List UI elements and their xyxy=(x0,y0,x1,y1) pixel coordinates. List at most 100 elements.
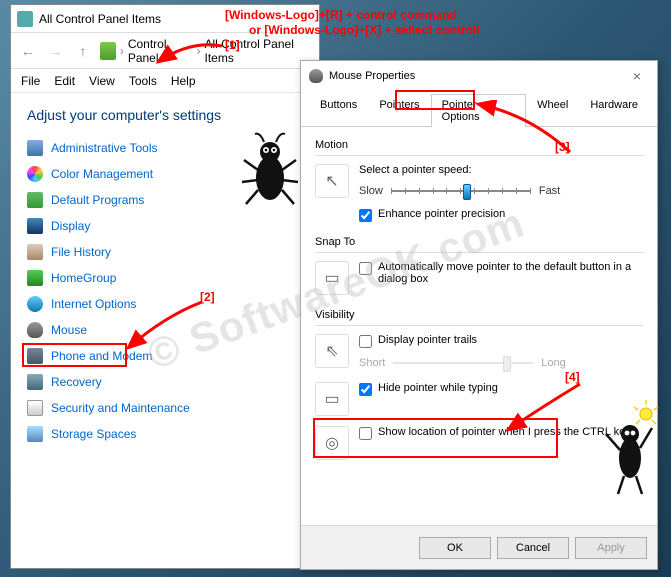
tab-label: Hardware xyxy=(590,99,638,111)
cp-item-label: Mouse xyxy=(51,323,87,337)
cp-item-label: Display xyxy=(51,219,90,233)
group-title-visibility: Visibility xyxy=(315,309,643,321)
cp-item-administrative-tools[interactable]: Administrative Tools xyxy=(11,135,319,161)
group-snap-to: Snap To ▭ Automatically move pointer to … xyxy=(315,236,643,295)
ctrl-locate-label: Show location of pointer when I press th… xyxy=(378,426,631,438)
cp-item-label: Internet Options xyxy=(51,297,136,311)
storage-spaces-icon xyxy=(27,426,43,442)
tab-pointers[interactable]: Pointers xyxy=(368,94,430,127)
color-management-icon xyxy=(27,166,43,182)
divider xyxy=(315,155,643,156)
cp-item-homegroup[interactable]: HomeGroup xyxy=(11,265,319,291)
cp-item-label: Storage Spaces xyxy=(51,427,136,441)
close-button[interactable]: × xyxy=(625,66,649,86)
nav-forward-button[interactable]: → xyxy=(45,39,67,63)
cp-item-internet-options[interactable]: Internet Options xyxy=(11,291,319,317)
ctrl-locate-icon: ◎ xyxy=(315,426,349,460)
tab-label: Wheel xyxy=(537,99,568,111)
menu-help[interactable]: Help xyxy=(171,74,196,88)
cp-item-storage-spaces[interactable]: Storage Spaces xyxy=(11,421,319,447)
chevron-right-icon: › xyxy=(120,44,124,58)
default-programs-icon xyxy=(27,192,43,208)
ctrl-locate-input[interactable] xyxy=(359,427,372,440)
pointer-trails-label: Display pointer trails xyxy=(378,334,477,346)
breadcrumb-item[interactable]: All Control Panel Items xyxy=(204,37,313,65)
breadcrumb-item[interactable]: Control Panel xyxy=(128,37,193,65)
cp-item-label: HomeGroup xyxy=(51,271,116,285)
cp-item-label: Administrative Tools xyxy=(51,141,158,155)
short-label: Short xyxy=(359,357,385,369)
pointer-speed-slider[interactable] xyxy=(391,182,531,200)
menu-view[interactable]: View xyxy=(89,74,115,88)
tab-strip: Buttons Pointers Pointer Options Wheel H… xyxy=(301,93,657,127)
snap-to-label: Automatically move pointer to the defaul… xyxy=(378,261,643,285)
cp-item-mouse[interactable]: Mouse xyxy=(11,317,319,343)
ctrl-locate-checkbox[interactable]: Show location of pointer when I press th… xyxy=(359,426,631,440)
pointer-speed-label: Select a pointer speed: xyxy=(359,164,643,176)
pointer-trails-input[interactable] xyxy=(359,335,372,348)
hide-pointer-checkbox[interactable]: Hide pointer while typing xyxy=(359,382,498,396)
snap-to-input[interactable] xyxy=(359,262,372,275)
tab-buttons[interactable]: Buttons xyxy=(309,94,368,127)
slow-label: Slow xyxy=(359,185,383,197)
cancel-button[interactable]: Cancel xyxy=(497,537,569,559)
tab-wheel[interactable]: Wheel xyxy=(526,94,579,127)
enhance-precision-checkbox[interactable]: Enhance pointer precision xyxy=(359,208,643,222)
group-title-snapto: Snap To xyxy=(315,236,643,248)
enhance-precision-input[interactable] xyxy=(359,209,372,222)
mouse-icon xyxy=(27,322,43,338)
cp-item-file-history[interactable]: File History xyxy=(11,239,319,265)
long-label: Long xyxy=(541,357,565,369)
cp-item-label: Color Management xyxy=(51,167,153,181)
ok-button[interactable]: OK xyxy=(419,537,491,559)
menu-edit[interactable]: Edit xyxy=(54,74,75,88)
apply-button[interactable]: Apply xyxy=(575,537,647,559)
cp-item-security-maintenance[interactable]: Security and Maintenance xyxy=(11,395,319,421)
nav-back-button[interactable]: ← xyxy=(17,39,39,63)
tab-hardware[interactable]: Hardware xyxy=(579,94,649,127)
breadcrumb-icon xyxy=(100,42,116,60)
tab-pointer-options[interactable]: Pointer Options xyxy=(431,94,526,127)
page-title: Adjust your computer's settings xyxy=(27,107,303,123)
divider xyxy=(315,252,643,253)
menu-bar: File Edit View Tools Help xyxy=(11,69,319,93)
cp-item-default-programs[interactable]: Default Programs xyxy=(11,187,319,213)
hide-pointer-label: Hide pointer while typing xyxy=(378,382,498,394)
divider xyxy=(315,325,643,326)
group-title-motion: Motion xyxy=(315,139,643,151)
pointer-trails-checkbox[interactable]: Display pointer trails xyxy=(359,334,643,348)
tab-label: Pointer Options xyxy=(442,99,480,123)
pointer-trails-icon: ⇖ xyxy=(315,334,349,368)
cp-item-label: Phone and Modem xyxy=(51,349,152,363)
group-visibility: Visibility ⇖ Display pointer trails Shor… xyxy=(315,309,643,460)
trails-length-slider xyxy=(393,354,533,372)
pointer-speed-icon: ↖ xyxy=(315,164,349,198)
cp-item-display[interactable]: Display xyxy=(11,213,319,239)
recovery-icon xyxy=(27,374,43,390)
menu-tools[interactable]: Tools xyxy=(129,74,157,88)
file-history-icon xyxy=(27,244,43,260)
phone-modem-icon xyxy=(27,348,43,364)
security-maintenance-icon xyxy=(27,400,43,416)
dialog-body: Motion ↖ Select a pointer speed: Slow Fa… xyxy=(301,127,657,460)
snap-to-icon: ▭ xyxy=(315,261,349,295)
cp-item-phone-modem[interactable]: Phone and Modem xyxy=(11,343,319,369)
chevron-right-icon: › xyxy=(196,44,200,58)
cp-item-label: Recovery xyxy=(51,375,102,389)
display-icon xyxy=(27,218,43,234)
hide-pointer-icon: ▭ xyxy=(315,382,349,416)
enhance-precision-label: Enhance pointer precision xyxy=(378,208,505,220)
group-motion: Motion ↖ Select a pointer speed: Slow Fa… xyxy=(315,139,643,222)
address-bar: ← → ↑ › Control Panel › All Control Pane… xyxy=(11,33,319,69)
fast-label: Fast xyxy=(539,185,560,197)
cp-item-label: File History xyxy=(51,245,111,259)
tab-label: Buttons xyxy=(320,99,357,111)
breadcrumb[interactable]: › Control Panel › All Control Panel Item… xyxy=(100,37,313,65)
snap-to-checkbox[interactable]: Automatically move pointer to the defaul… xyxy=(359,261,643,285)
menu-file[interactable]: File xyxy=(21,74,40,88)
cp-item-color-management[interactable]: Color Management xyxy=(11,161,319,187)
cp-item-recovery[interactable]: Recovery xyxy=(11,369,319,395)
hide-pointer-input[interactable] xyxy=(359,383,372,396)
admin-tools-icon xyxy=(27,140,43,156)
nav-up-button[interactable]: ↑ xyxy=(72,39,94,63)
